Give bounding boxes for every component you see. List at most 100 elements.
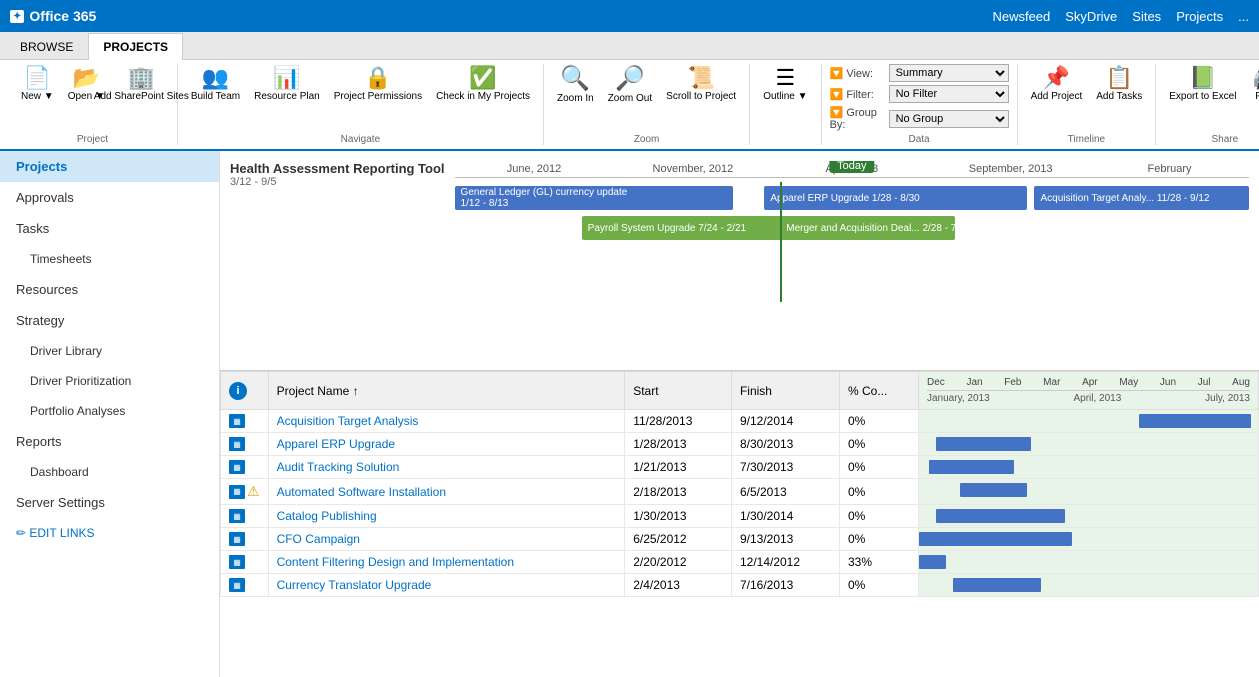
row-name-cell: Content Filtering Design and Implementat… xyxy=(268,551,625,574)
ribbon-share-items: 📗 Export to Excel 🖨️ Print xyxy=(1164,64,1259,131)
row-icon-cell: ▦⚠ xyxy=(221,479,269,505)
nav-more[interactable]: ... xyxy=(1238,9,1249,24)
row-name-cell: Audit Tracking Solution xyxy=(268,456,625,479)
nav-newsfeed[interactable]: Newsfeed xyxy=(992,9,1050,24)
groupby-select[interactable]: No Group Department xyxy=(889,110,1009,128)
projects-tbody: ▦ Acquisition Target Analysis 11/28/20139/… xyxy=(221,410,1259,597)
ribbon-group-share: 📗 Export to Excel 🖨️ Print Share xyxy=(1156,64,1259,145)
open-icon: 📂 xyxy=(73,67,100,89)
table-row: ▦Apparel ERP Upgrade1/28/20138/30/20130% xyxy=(221,433,1259,456)
th-project-name[interactable]: Project Name ↑ xyxy=(268,372,625,410)
sidebar-item-resources[interactable]: Resources xyxy=(0,274,219,305)
mini-bar xyxy=(1139,414,1251,428)
add-sharepoint-icon: 🏢 xyxy=(128,67,155,89)
project-icon: ▦ xyxy=(229,437,245,451)
sidebar-item-server-settings[interactable]: Server Settings xyxy=(0,487,219,518)
project-icon: ▦ xyxy=(229,555,245,569)
export-excel-button[interactable]: 📗 Export to Excel xyxy=(1164,64,1241,105)
row-finish-cell: 7/30/2013 xyxy=(731,456,839,479)
project-permissions-button[interactable]: 🔒 Project Permissions xyxy=(329,64,427,105)
th-start[interactable]: Start xyxy=(625,372,732,410)
ribbon-group-outline-items: ☰ Outline ▼ xyxy=(758,64,812,142)
sidebar-item-portfolio-analyses[interactable]: Portfolio Analyses xyxy=(0,396,219,426)
project-name-link[interactable]: Catalog Publishing xyxy=(277,509,377,523)
row-gantt-cell xyxy=(919,433,1259,456)
ribbon-timeline-items: 📌 Add Project 📋 Add Tasks xyxy=(1026,64,1148,131)
ribbon-group-timeline: 📌 Add Project 📋 Add Tasks Timeline xyxy=(1018,64,1157,145)
row-start-cell: 2/18/2013 xyxy=(625,479,732,505)
project-name-link[interactable]: Content Filtering Design and Implementat… xyxy=(277,555,514,569)
sidebar-item-dashboard[interactable]: Dashboard xyxy=(0,457,219,487)
new-label: New ▼ xyxy=(21,91,54,102)
th-gantt: Dec Jan Feb Mar Apr May Jun Jul Aug xyxy=(919,372,1259,410)
th-pct[interactable]: % Co... xyxy=(839,372,918,410)
view-label: 🔽 View: xyxy=(830,67,885,80)
build-team-button[interactable]: 👥 Build Team xyxy=(186,64,245,105)
nav-sites[interactable]: Sites xyxy=(1132,9,1161,24)
project-permissions-label: Project Permissions xyxy=(334,91,422,102)
ribbon-group-zoom-items: 🔍 Zoom In 🔎 Zoom Out 📜 Scroll to Project xyxy=(552,64,741,131)
add-project-button[interactable]: 📌 Add Project xyxy=(1026,64,1088,105)
check-in-button[interactable]: ✅ Check in My Projects xyxy=(431,64,535,105)
nav-skydrive[interactable]: SkyDrive xyxy=(1065,9,1117,24)
top-bar: ✦ Office 365 Newsfeed SkyDrive Sites Pro… xyxy=(0,0,1259,32)
scroll-to-button[interactable]: 📜 Scroll to Project xyxy=(661,64,741,105)
add-tasks-button[interactable]: 📋 Add Tasks xyxy=(1091,64,1147,105)
ribbon-group-navigate: 👥 Build Team 📊 Resource Plan 🔒 Project P… xyxy=(178,64,544,145)
zoom-in-button[interactable]: 🔍 Zoom In xyxy=(552,64,599,107)
new-button[interactable]: 📄 New ▼ xyxy=(16,64,59,105)
groupby-label: 🔽 Group By: xyxy=(830,106,885,131)
zoom-out-label: Zoom Out xyxy=(608,93,652,104)
table-row: ▦Catalog Publishing1/30/20131/30/20140% xyxy=(221,505,1259,528)
sidebar-item-strategy[interactable]: Strategy xyxy=(0,305,219,336)
zoom-out-button[interactable]: 🔎 Zoom Out xyxy=(603,64,657,107)
row-name-cell: Acquisition Target Analysis xyxy=(268,410,625,433)
add-project-label: Add Project xyxy=(1031,91,1083,102)
outline-icon: ☰ xyxy=(776,67,796,89)
project-icon: ▦ xyxy=(229,578,245,592)
ribbon-group-zoom: 🔍 Zoom In 🔎 Zoom Out 📜 Scroll to Project… xyxy=(544,64,750,145)
project-icon: ▦ xyxy=(229,509,245,523)
project-name-link[interactable]: Currency Translator Upgrade xyxy=(277,578,432,592)
row-start-cell: 11/28/2013 xyxy=(625,410,732,433)
sidebar-item-projects[interactable]: Projects xyxy=(0,151,219,182)
row-finish-cell: 7/16/2013 xyxy=(731,574,839,597)
project-name-link[interactable]: Audit Tracking Solution xyxy=(277,460,400,474)
outline-button[interactable]: ☰ Outline ▼ xyxy=(758,64,812,105)
project-name-link[interactable]: Automated Software Installation xyxy=(277,485,446,499)
project-name-link[interactable]: Acquisition Target Analysis xyxy=(277,414,419,428)
th-finish[interactable]: Finish xyxy=(731,372,839,410)
gantt-year-2012: January, 2013 xyxy=(927,393,990,404)
sidebar-edit-links[interactable]: ✏ EDIT LINKS xyxy=(0,518,219,548)
gantt-header-mar: Mar xyxy=(1043,377,1060,388)
zoom-in-label: Zoom In xyxy=(557,93,594,104)
sidebar-item-tasks[interactable]: Tasks xyxy=(0,213,219,244)
table-row: ▦Currency Translator Upgrade2/4/20137/16… xyxy=(221,574,1259,597)
resource-plan-button[interactable]: 📊 Resource Plan xyxy=(249,64,325,105)
sidebar-item-approvals[interactable]: Approvals xyxy=(0,182,219,213)
gantt-header-apr: Apr xyxy=(1082,377,1098,388)
row-start-cell: 1/30/2013 xyxy=(625,505,732,528)
project-name-link[interactable]: Apparel ERP Upgrade xyxy=(277,437,396,451)
tab-browse[interactable]: BROWSE xyxy=(5,33,88,60)
projects-table: i Project Name ↑ Start Finish % Co... De… xyxy=(220,371,1259,597)
sidebar-item-reports[interactable]: Reports xyxy=(0,426,219,457)
nav-projects[interactable]: Projects xyxy=(1176,9,1223,24)
content: Projects Approvals Tasks Timesheets Reso… xyxy=(0,151,1259,677)
add-sharepoint-button[interactable]: 🏢 Add SharePoint Sites xyxy=(114,64,169,105)
sidebar-item-timesheets[interactable]: Timesheets xyxy=(0,244,219,274)
filter-select[interactable]: No Filter Active xyxy=(889,85,1009,103)
row-icon-cell: ▦ xyxy=(221,551,269,574)
add-tasks-icon: 📋 xyxy=(1106,67,1133,89)
sidebar-item-driver-prioritization[interactable]: Driver Prioritization xyxy=(0,366,219,396)
sidebar-item-driver-library[interactable]: Driver Library xyxy=(0,336,219,366)
view-select[interactable]: Summary Detail Cost xyxy=(889,64,1009,82)
row-finish-cell: 9/12/2014 xyxy=(731,410,839,433)
project-name-link[interactable]: CFO Campaign xyxy=(277,532,360,546)
gantt-header-jan: Jan xyxy=(966,377,982,388)
print-button[interactable]: 🖨️ Print xyxy=(1245,64,1259,105)
row-gantt-cell xyxy=(919,410,1259,433)
office-logo[interactable]: ✦ Office 365 xyxy=(10,8,96,24)
tab-projects[interactable]: PROJECTS xyxy=(88,33,183,60)
build-team-label: Build Team xyxy=(191,91,240,102)
